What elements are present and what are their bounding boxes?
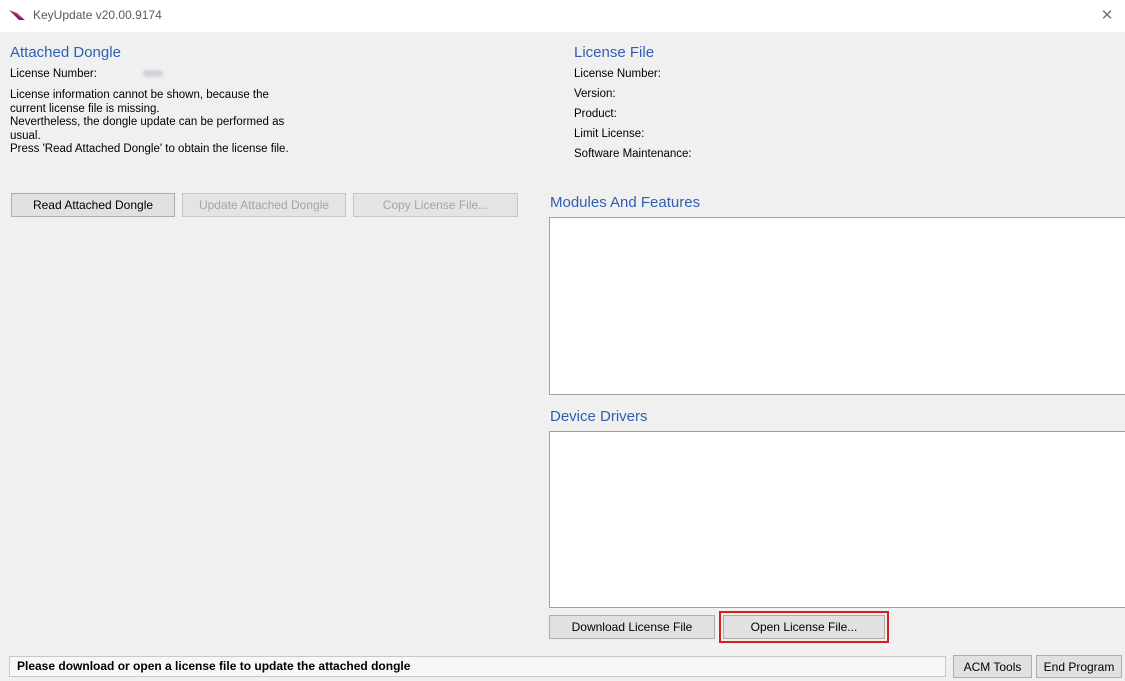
modules-features-list[interactable] bbox=[549, 217, 1125, 395]
key-feather-icon bbox=[9, 10, 25, 20]
license-number-label: License Number: bbox=[574, 68, 661, 80]
attached-dongle-heading: Attached Dongle bbox=[10, 44, 121, 61]
message-line: License information cannot be shown, bec… bbox=[10, 89, 269, 101]
copy-license-file-button[interactable]: Copy License File... bbox=[353, 193, 518, 217]
limit-license-label: Limit License: bbox=[574, 128, 645, 140]
message-line: Nevertheless, the dongle update can be p… bbox=[10, 116, 285, 128]
status-bar: Please download or open a license file t… bbox=[9, 656, 946, 677]
open-license-file-button[interactable]: Open License File... bbox=[719, 611, 889, 643]
download-license-file-button[interactable]: Download License File bbox=[549, 615, 715, 639]
product-label: Product: bbox=[574, 108, 617, 120]
end-program-button[interactable]: End Program bbox=[1036, 655, 1122, 678]
acm-tools-button[interactable]: ACM Tools bbox=[953, 655, 1032, 678]
dongle-message: License information cannot be shown, bec… bbox=[10, 89, 330, 157]
read-attached-dongle-button[interactable]: Read Attached Dongle bbox=[11, 193, 175, 217]
message-line: usual. bbox=[10, 129, 41, 142]
update-attached-dongle-button[interactable]: Update Attached Dongle bbox=[182, 193, 346, 217]
version-label: Version: bbox=[574, 88, 616, 100]
close-icon[interactable]: ✕ bbox=[1089, 0, 1125, 32]
device-drivers-list[interactable] bbox=[549, 431, 1125, 608]
message-line: Press 'Read Attached Dongle' to obtain t… bbox=[10, 143, 289, 155]
device-drivers-heading: Device Drivers bbox=[550, 408, 648, 425]
dongle-license-number-value bbox=[143, 70, 163, 77]
message-line: current license file is missing. bbox=[10, 102, 160, 115]
software-maintenance-label: Software Maintenance: bbox=[574, 148, 692, 160]
title-bar: KeyUpdate v20.00.9174 ✕ bbox=[0, 0, 1125, 32]
license-file-heading: License File bbox=[574, 44, 655, 61]
modules-features-heading: Modules And Features bbox=[550, 194, 701, 211]
window-title: KeyUpdate v20.00.9174 bbox=[33, 8, 162, 22]
dongle-license-number-label: License Number: bbox=[10, 68, 97, 80]
